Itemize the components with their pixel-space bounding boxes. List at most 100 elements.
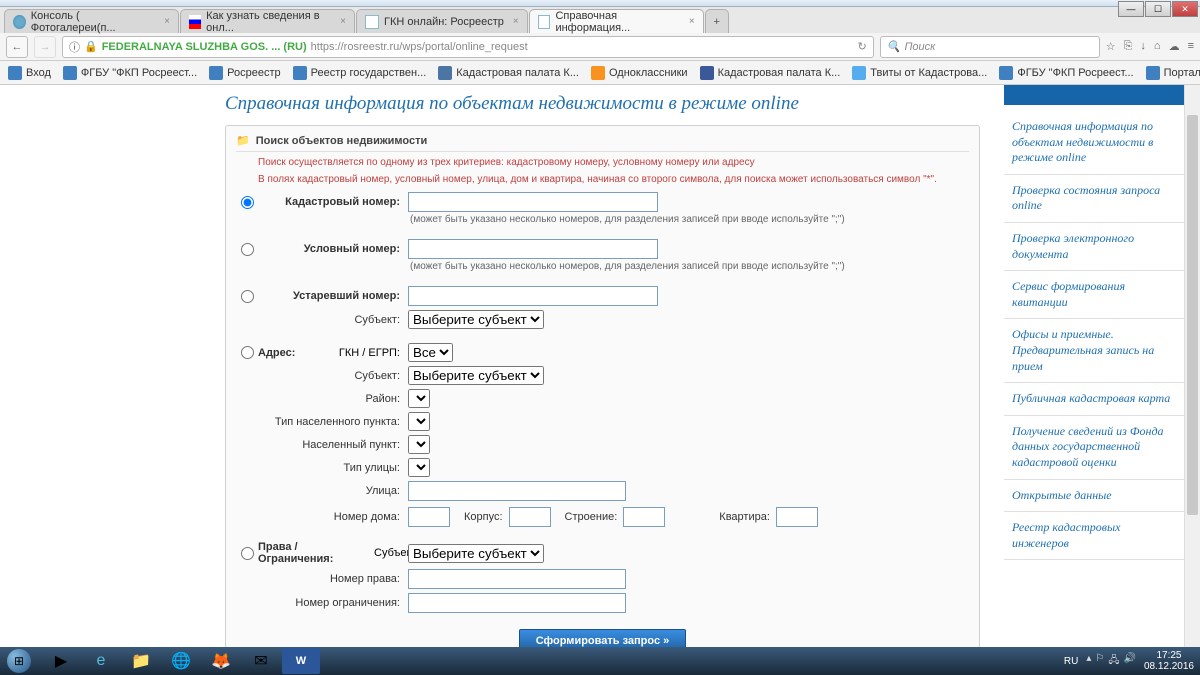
url-path: https://rosreestr.ru/wps/portal/online_r… — [311, 41, 528, 53]
submit-button[interactable]: Сформировать запрос » — [519, 629, 687, 647]
input-block[interactable] — [509, 507, 551, 527]
input-house[interactable] — [408, 507, 450, 527]
bookmark-label: Реестр государствен... — [311, 67, 427, 79]
browser-tab-active[interactable]: Справочная информация...× — [529, 9, 704, 33]
back-button[interactable]: ← — [6, 36, 28, 58]
radio-conditional[interactable] — [241, 243, 254, 256]
tray-up-icon[interactable]: ▴ — [1086, 653, 1091, 670]
tray-network-icon[interactable]: 🖧 — [1108, 653, 1119, 670]
select-district[interactable] — [408, 389, 430, 408]
bookmark-item[interactable]: Портал технического... — [1146, 66, 1200, 80]
label-right-no: Номер права: — [236, 573, 408, 585]
task-icon-outlook[interactable]: ✉ — [242, 648, 280, 674]
sidebar-item[interactable]: Получение сведений из Фонда данных госуд… — [1004, 416, 1184, 480]
lang-indicator[interactable]: RU — [1064, 656, 1078, 667]
bookmark-item[interactable]: Твиты от Кадастрова... — [852, 66, 987, 80]
tab-label: Консоль ( Фотогалереи(п... — [31, 10, 155, 34]
task-icon-media[interactable]: ▶ — [42, 648, 80, 674]
cloud-icon[interactable]: ☁ — [1169, 40, 1180, 53]
bookmark-item[interactable]: Вход — [8, 66, 51, 80]
menu-icon[interactable]: ≡ — [1188, 40, 1194, 53]
radio-obsolete[interactable] — [241, 290, 254, 303]
label-block: Корпус: — [450, 511, 509, 523]
address-field[interactable]: ⓘ 🔒 FEDERALNAYA SLUZHBA GOS. ... (RU) ht… — [62, 36, 874, 58]
browser-tab[interactable]: Консоль ( Фотогалереи(п... × — [4, 9, 179, 33]
toolbar-icons: ☆ ⎘ ↓ ⌂ ☁ ≡ — [1106, 40, 1194, 53]
forward-button[interactable]: → — [34, 36, 56, 58]
input-flat[interactable] — [776, 507, 818, 527]
radio-cadastral[interactable] — [241, 196, 254, 209]
select-gkn[interactable]: Все — [408, 343, 453, 362]
select-rights-subject[interactable]: Выберите субъект — [408, 544, 544, 563]
scrollbar[interactable] — [1184, 85, 1200, 647]
bookmark-icon — [209, 66, 223, 80]
pocket-icon[interactable]: ⎘ — [1124, 40, 1133, 53]
window-controls: — ☐ ✕ — [1118, 1, 1198, 17]
close-icon[interactable]: × — [340, 16, 346, 27]
select-subject-addr[interactable]: Выберите субъект — [408, 366, 544, 385]
sidebar-item[interactable]: Проверка состояния запроса online — [1004, 175, 1184, 223]
new-tab-button[interactable]: + — [705, 9, 729, 33]
bookmark-item[interactable]: ФГБУ "ФКП Росреест... — [63, 66, 197, 80]
select-settle[interactable] — [408, 435, 430, 454]
task-icon-chrome[interactable]: 🌐 — [162, 648, 200, 674]
system-tray: RU ▴ ⚐ 🖧 🔊 17:25 08.12.2016 — [1064, 650, 1200, 672]
sidebar-item[interactable]: Справочная информация по объектам недвиж… — [1004, 111, 1184, 175]
clock[interactable]: 17:25 08.12.2016 — [1144, 650, 1194, 672]
tab-label: ГКН онлайн: Росреестр — [384, 16, 504, 28]
bookmark-item[interactable]: Одноклассники — [591, 66, 688, 80]
reload-icon[interactable]: ↻ — [858, 40, 867, 53]
close-icon[interactable]: × — [164, 16, 170, 27]
radio-address[interactable] — [241, 346, 254, 359]
input-obsolete[interactable] — [408, 286, 658, 306]
sidebar-item[interactable]: Сервис формирования квитанции — [1004, 271, 1184, 319]
search-field[interactable]: 🔍 Поиск — [880, 36, 1100, 58]
form-header: 📁 Поиск объектов недвижимости — [236, 134, 969, 152]
maximize-button[interactable]: ☐ — [1145, 1, 1171, 17]
input-right-no[interactable] — [408, 569, 626, 589]
select-settle-type[interactable] — [408, 412, 430, 431]
home-icon[interactable]: ⌂ — [1154, 40, 1161, 53]
download-icon[interactable]: ↓ — [1140, 40, 1146, 53]
bookmark-item[interactable]: Реестр государствен... — [293, 66, 427, 80]
sidebar-item[interactable]: Проверка электронного документа — [1004, 223, 1184, 271]
scroll-thumb[interactable] — [1187, 115, 1198, 515]
task-icon-word[interactable]: W — [282, 648, 320, 674]
task-icon-explorer[interactable]: 📁 — [122, 648, 160, 674]
tray-flag-icon[interactable]: ⚐ — [1095, 653, 1104, 670]
task-icon-ie[interactable]: e — [82, 648, 120, 674]
lock-icon: 🔒 — [84, 40, 98, 53]
browser-tab[interactable]: ГКН онлайн: Росреестр × — [356, 9, 528, 33]
sidebar-item[interactable]: Публичная кадастровая карта — [1004, 383, 1184, 416]
minimize-button[interactable]: — — [1118, 1, 1144, 17]
close-icon[interactable]: × — [513, 16, 519, 27]
bookmark-label: ФГБУ "ФКП Росреест... — [1017, 67, 1133, 79]
bookmark-item[interactable]: Кадастровая палата К... — [438, 66, 579, 80]
close-icon[interactable]: × — [689, 16, 695, 27]
bookmark-label: Росреестр — [227, 67, 280, 79]
input-conditional[interactable] — [408, 239, 658, 259]
bookmark-icon — [8, 66, 22, 80]
select-street-type[interactable] — [408, 458, 430, 477]
start-button[interactable]: ⊞ — [0, 647, 38, 675]
tray-volume-icon[interactable]: 🔊 — [1123, 653, 1135, 670]
bookmark-item[interactable]: ФГБУ "ФКП Росреест... — [999, 66, 1133, 80]
task-icon-firefox[interactable]: 🦊 — [202, 648, 240, 674]
input-building[interactable] — [623, 507, 665, 527]
bookmark-item[interactable]: Росреестр — [209, 66, 280, 80]
browser-tab[interactable]: Как узнать сведения в онл...× — [180, 9, 355, 33]
star-icon[interactable]: ☆ — [1106, 40, 1116, 53]
sidebar-item[interactable]: Открытые данные — [1004, 480, 1184, 513]
input-street[interactable] — [408, 481, 626, 501]
bookmark-item[interactable]: Кадастровая палата К... — [700, 66, 841, 80]
favicon-icon — [365, 15, 379, 29]
input-cadastral[interactable] — [408, 192, 658, 212]
label-conditional: Условный номер: — [258, 243, 408, 255]
sidebar-item[interactable]: Офисы и приемные. Предварительная запись… — [1004, 319, 1184, 383]
bookmark-label: Одноклассники — [609, 67, 688, 79]
sidebar-item[interactable]: Реестр кадастровых инженеров — [1004, 512, 1184, 560]
radio-rights[interactable] — [241, 547, 254, 560]
input-restr-no[interactable] — [408, 593, 626, 613]
close-button[interactable]: ✕ — [1172, 1, 1198, 17]
select-subject-obsolete[interactable]: Выберите субъект — [408, 310, 544, 329]
